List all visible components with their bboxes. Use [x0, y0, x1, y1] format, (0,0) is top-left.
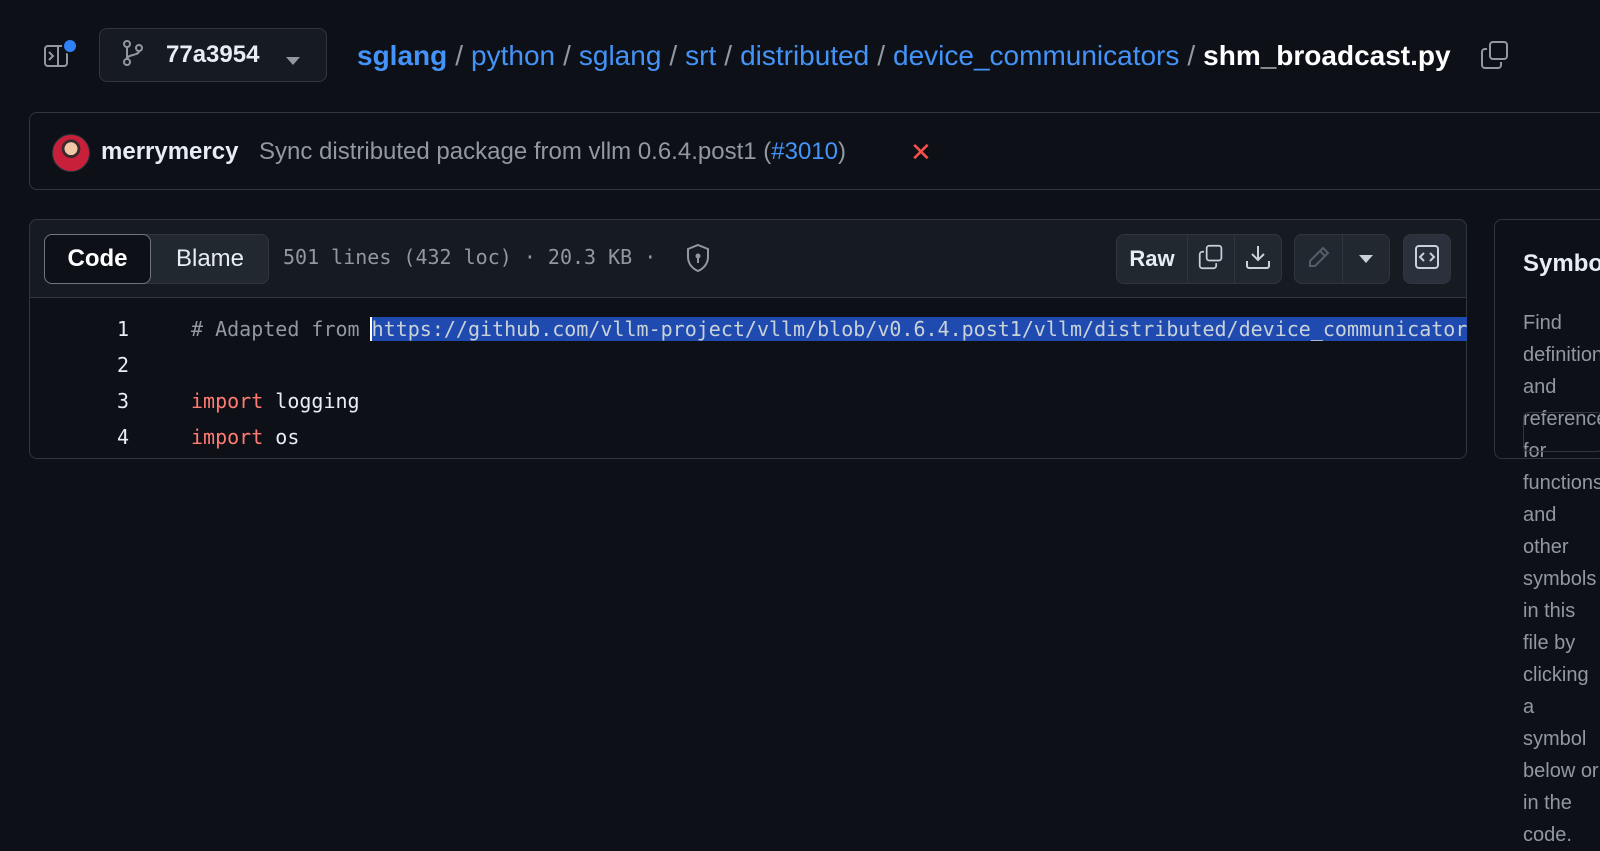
breadcrumb-separator: / — [455, 40, 464, 71]
edit-file-button[interactable] — [1295, 235, 1343, 283]
line-number[interactable]: 2 — [29, 353, 129, 377]
breadcrumb-link-python[interactable]: python — [471, 40, 555, 72]
breadcrumb-link-srt[interactable]: srt — [685, 40, 716, 72]
raw-actions-group: Raw — [1116, 234, 1282, 284]
breadcrumb-separator: / — [724, 40, 733, 71]
code-text: import os — [191, 425, 299, 449]
chevron-down-icon — [1359, 250, 1373, 268]
breadcrumb-link-distributed[interactable]: distributed — [740, 40, 869, 72]
breadcrumb-link-sglang[interactable]: sglang — [579, 40, 662, 72]
code-identifier: logging — [263, 389, 360, 413]
pencil-icon — [1307, 245, 1331, 274]
git-branch-icon — [122, 39, 144, 71]
code-line: 4 import os — [29, 419, 1467, 455]
avatar[interactable] — [52, 134, 90, 172]
symbols-title: Symbols — [1523, 250, 1600, 277]
breadcrumb-link-device-communicators[interactable]: device_communicators — [893, 40, 1179, 72]
code-keyword: import — [191, 425, 264, 449]
code-keyword: import — [191, 389, 264, 413]
breadcrumb: sglang / python / sglang / srt / distrib… — [357, 38, 1451, 74]
breadcrumb-repo-link[interactable]: sglang — [357, 40, 447, 72]
code-line: 2 — [29, 347, 1467, 383]
notification-dot — [62, 38, 78, 54]
code-square-icon — [1414, 244, 1440, 275]
code-identifier: os — [263, 425, 300, 449]
copy-icon — [1480, 41, 1510, 74]
selected-url[interactable]: https://github.com/vllm-project/vllm/blo… — [371, 317, 1467, 341]
commit-message-suffix: ) — [838, 138, 846, 165]
symbols-filter-input[interactable] — [1523, 412, 1600, 452]
breadcrumb-separator: / — [669, 40, 678, 71]
tab-blame[interactable]: Blame — [151, 234, 269, 284]
shield-icon[interactable] — [685, 243, 713, 273]
tab-code[interactable]: Code — [44, 234, 151, 284]
commit-message[interactable]: Sync distributed package from vllm 0.6.4… — [259, 138, 846, 166]
copy-path-button[interactable] — [1480, 40, 1512, 72]
symbols-panel-toggle[interactable] — [1403, 234, 1451, 284]
symbols-description: Find definitions and references for func… — [1523, 312, 1600, 846]
chevron-down-icon — [286, 52, 300, 70]
pull-request-link[interactable]: #3010 — [771, 138, 838, 165]
breadcrumb-separator: / — [1187, 40, 1196, 71]
copy-icon — [1198, 244, 1224, 275]
copy-raw-button[interactable] — [1188, 235, 1235, 283]
branch-name: 77a3954 — [166, 41, 260, 68]
code-text: import logging — [191, 389, 360, 413]
code-comment: # Adapted from — [191, 317, 372, 341]
breadcrumb-separator: / — [563, 40, 571, 71]
code-text: # Adapted from https://github.com/vllm-p… — [191, 317, 1467, 341]
file-stats: 501 lines (432 loc) · 20.3 KB · — [283, 245, 657, 269]
commit-author-link[interactable]: merrymercy — [101, 138, 238, 166]
commit-message-text[interactable]: Sync distributed package from vllm 0.6.4… — [259, 138, 771, 165]
code-line: 1 # Adapted from https://github.com/vllm… — [29, 311, 1467, 347]
edit-options-dropdown[interactable] — [1343, 235, 1389, 283]
line-number[interactable]: 3 — [29, 389, 129, 413]
raw-button[interactable]: Raw — [1117, 235, 1188, 283]
edit-actions-group — [1294, 234, 1390, 284]
branch-selector-button[interactable]: 77a3954 — [99, 28, 327, 82]
line-number[interactable]: 1 — [29, 317, 129, 341]
download-button[interactable] — [1235, 235, 1281, 283]
code-line: 3 import logging — [29, 383, 1467, 419]
breadcrumb-current-file: shm_broadcast.py — [1203, 40, 1451, 71]
commit-status-failed-icon[interactable]: ✕ — [910, 138, 932, 166]
line-number[interactable]: 4 — [29, 425, 129, 449]
breadcrumb-separator: / — [877, 40, 886, 71]
download-icon — [1245, 244, 1271, 275]
